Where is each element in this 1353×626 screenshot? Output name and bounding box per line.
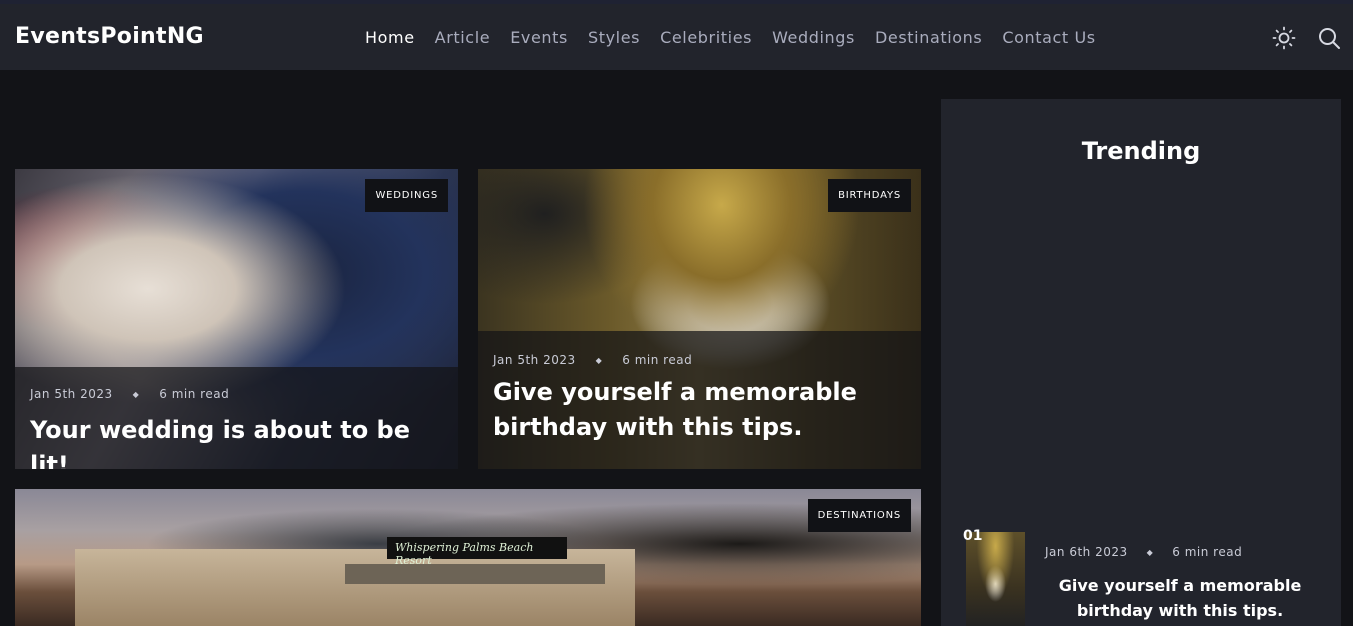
nav-styles[interactable]: Styles (588, 28, 640, 47)
trending-title: Trending (1081, 137, 1201, 165)
post-meta: Jan 5th 2023 ◆ 6 min read (493, 353, 906, 367)
nav-home[interactable]: Home (365, 28, 415, 47)
post-date: Jan 5th 2023 (30, 387, 113, 401)
site-logo[interactable]: EventsPointNG (15, 24, 204, 49)
nav-contact-us[interactable]: Contact Us (1002, 28, 1095, 47)
post-title[interactable]: Your wedding is about to be lit! (30, 413, 443, 469)
resort-roof (345, 564, 605, 584)
trending-sidebar: Trending 01 Jan 6th 2023 ◆ 6 min read Gi… (941, 99, 1341, 626)
diamond-separator-icon: ◆ (595, 355, 603, 365)
resort-building (75, 549, 635, 626)
nav-article[interactable]: Article (435, 28, 491, 47)
category-badge[interactable]: WEDDINGS (365, 179, 448, 212)
card-overlay: Jan 5th 2023 ◆ 6 min read Give yourself … (478, 331, 921, 469)
trending-date: Jan 6th 2023 (1045, 545, 1128, 559)
category-badge[interactable]: DESTINATIONS (807, 499, 911, 532)
post-date: Jan 5th 2023 (493, 353, 576, 367)
trending-read-time: 6 min read (1172, 545, 1243, 559)
featured-card-destination[interactable]: Whispering Palms Beach Resort DESTINATIO… (15, 489, 921, 626)
trending-thumbnail[interactable] (966, 532, 1025, 626)
read-time: 6 min read (159, 387, 230, 401)
card-overlay: Jan 5th 2023 ◆ 6 min read Your wedding i… (15, 367, 458, 469)
read-time: 6 min read (622, 353, 693, 367)
search-icon[interactable] (1317, 26, 1341, 50)
site-header: EventsPointNG Home Article Events Styles… (0, 4, 1353, 70)
diamond-separator-icon: ◆ (1146, 547, 1154, 557)
diamond-separator-icon: ◆ (132, 389, 140, 399)
resort-sign: Whispering Palms Beach Resort (387, 537, 567, 567)
nav-destinations[interactable]: Destinations (875, 28, 982, 47)
featured-card-birthday[interactable]: BIRTHDAYS Jan 5th 2023 ◆ 6 min read Give… (478, 169, 921, 469)
trending-rank: 01 (963, 528, 983, 544)
main-nav: Home Article Events Styles Celebrities W… (365, 28, 1116, 47)
post-meta: Jan 5th 2023 ◆ 6 min read (30, 387, 443, 401)
nav-celebrities[interactable]: Celebrities (660, 28, 752, 47)
resort-photo: Whispering Palms Beach Resort (15, 489, 921, 626)
sun-icon[interactable] (1272, 26, 1296, 50)
post-title[interactable]: Give yourself a memorable birthday with … (493, 375, 906, 445)
nav-events[interactable]: Events (510, 28, 568, 47)
trending-meta: Jan 6th 2023 ◆ 6 min read (1045, 545, 1242, 559)
trending-post-title[interactable]: Give yourself a memorable birthday with … (1045, 573, 1315, 623)
category-badge[interactable]: BIRTHDAYS (828, 179, 911, 212)
featured-card-wedding[interactable]: WEDDINGS Jan 5th 2023 ◆ 6 min read Your … (15, 169, 458, 469)
nav-weddings[interactable]: Weddings (772, 28, 855, 47)
